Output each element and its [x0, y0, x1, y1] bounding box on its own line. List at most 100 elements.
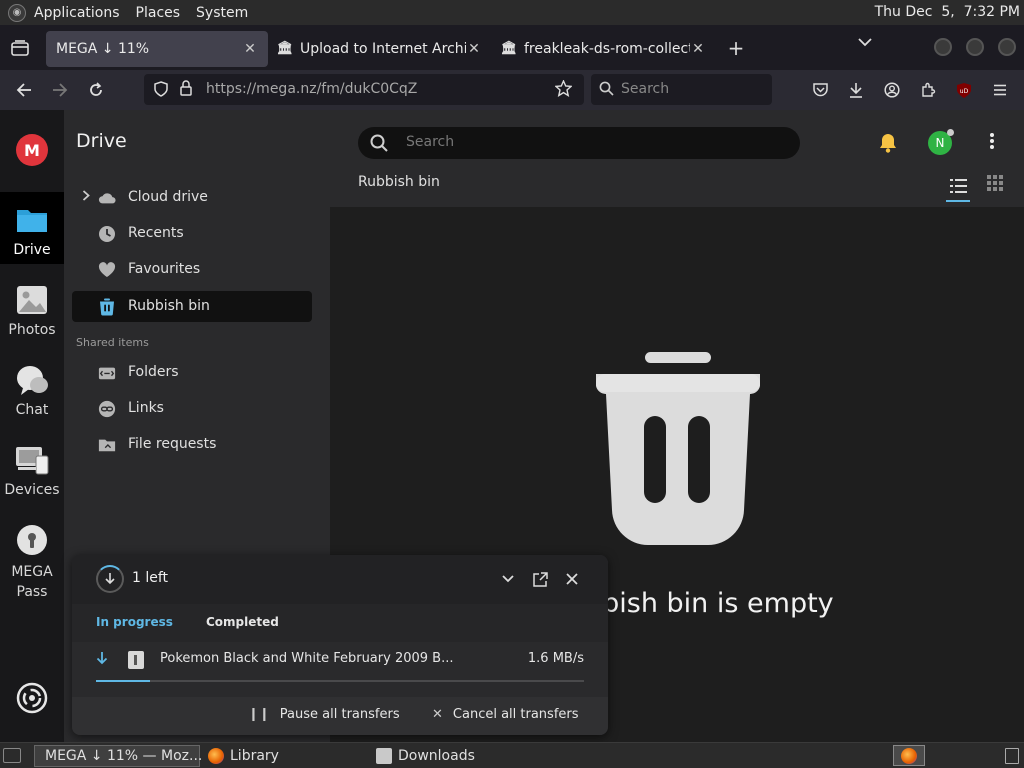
- close-tab-icon[interactable]: ✕: [242, 41, 258, 57]
- shared-items-heading: Shared items: [76, 336, 149, 349]
- transfer-tabs: In progress Completed: [72, 604, 608, 642]
- pause-all-button[interactable]: ❙❙ Pause all transfers: [248, 707, 400, 722]
- cancel-all-label: Cancel all transfers: [452, 707, 579, 722]
- close-icon[interactable]: [562, 569, 582, 589]
- folder-icon: [376, 748, 392, 764]
- distro-logo-icon[interactable]: ◉: [8, 3, 26, 22]
- notifications-bell-icon[interactable]: [877, 132, 899, 154]
- all-tabs-icon[interactable]: [0, 25, 40, 70]
- sidebar-item-recents[interactable]: Recents: [72, 218, 312, 250]
- cloud-icon: [98, 189, 116, 207]
- url-bar[interactable]: https://mega.nz/fm/dukC0CqZ: [144, 74, 584, 105]
- tab-upload-archive[interactable]: 🏛 Upload to Internet Archive ✕: [268, 31, 492, 67]
- bookmark-star-icon[interactable]: [554, 79, 573, 101]
- chevron-right-icon[interactable]: [82, 190, 90, 204]
- sidebar-item-favourites[interactable]: Favourites: [72, 254, 312, 286]
- trash-icon: [98, 298, 116, 316]
- reload-button[interactable]: [84, 78, 108, 102]
- sidebar-item-shared-folders[interactable]: Folders: [72, 357, 312, 389]
- sidebar-item-links[interactable]: Links: [72, 393, 312, 425]
- navigation-toolbar: https://mega.nz/fm/dukC0CqZ Search uD: [0, 70, 1024, 110]
- lock-icon[interactable]: [180, 80, 192, 100]
- show-desktop-icon[interactable]: [3, 748, 21, 763]
- collapse-chevron-icon[interactable]: [498, 569, 518, 589]
- tab-in-progress[interactable]: In progress: [96, 615, 173, 629]
- taskbar-item-downloads[interactable]: Downloads: [372, 745, 538, 767]
- tab-freakleak[interactable]: 🏛 freakleak-ds-rom-collection ✕: [492, 31, 716, 67]
- rail-drive[interactable]: Drive: [0, 192, 64, 264]
- close-window-button[interactable]: [998, 38, 1016, 56]
- rail-label: Photos: [8, 322, 56, 338]
- sidebar-item-file-requests[interactable]: File requests: [72, 429, 312, 461]
- transfer-row[interactable]: Pokemon Black and White February 2009 B.…: [72, 647, 608, 689]
- presence-dot: [947, 129, 954, 136]
- app-rail: M Drive Photos Chat Devices MEGA Pass: [0, 110, 64, 742]
- avatar-initial: N: [935, 136, 945, 150]
- top-panel: ◉ Applications Places System Thu Dec 5, …: [0, 0, 1024, 25]
- sidebar-item-rubbish-bin[interactable]: Rubbish bin: [72, 291, 312, 322]
- rail-devices[interactable]: Devices: [0, 432, 64, 504]
- rail-chat[interactable]: Chat: [0, 352, 64, 424]
- drive-search-input[interactable]: Search: [358, 127, 800, 159]
- maximize-button[interactable]: [966, 38, 984, 56]
- new-tab-button[interactable]: +: [716, 36, 756, 60]
- list-all-tabs-icon[interactable]: [858, 35, 872, 51]
- tab-strip: M MEGA ↓ 11% ✕ 🏛 Upload to Internet Arch…: [0, 25, 1024, 155]
- chat-icon: [17, 366, 48, 395]
- rail-label: Devices: [4, 482, 60, 498]
- pause-all-label: Pause all transfers: [279, 707, 400, 722]
- taskbar-item-library[interactable]: Library: [204, 745, 370, 767]
- account-icon[interactable]: [880, 78, 904, 102]
- system-menu[interactable]: System: [196, 5, 248, 21]
- transfer-manager: 1 left In progress Completed Pokemon Bla…: [72, 555, 608, 735]
- forward-button[interactable]: [48, 78, 72, 102]
- rail-mega-pass[interactable]: MEGA Pass: [0, 512, 64, 604]
- url-text[interactable]: https://mega.nz/fm/dukC0CqZ: [206, 81, 417, 97]
- rail-photos[interactable]: Photos: [0, 272, 64, 344]
- pocket-icon[interactable]: [808, 78, 832, 102]
- pass-icon: [17, 525, 47, 555]
- svg-text:uD: uD: [960, 88, 969, 95]
- search-placeholder: Search: [621, 81, 670, 97]
- breadcrumb[interactable]: Rubbish bin: [358, 174, 440, 190]
- trash-applet-icon[interactable]: [1005, 748, 1019, 764]
- web-search-bar[interactable]: Search: [591, 74, 772, 105]
- minimize-button[interactable]: [934, 38, 952, 56]
- transfer-footer: ❙❙ Pause all transfers ✕ Cancel all transf…: [72, 697, 608, 735]
- taskbar-item-firefox-mega[interactable]: MEGA ↓ 11% — Moz...: [34, 745, 202, 767]
- ublock-origin-icon[interactable]: uD: [952, 78, 976, 102]
- firefox-icon: [901, 747, 917, 764]
- close-tab-icon[interactable]: ✕: [690, 41, 706, 57]
- mega-logo-icon[interactable]: M: [16, 134, 48, 166]
- close-tab-icon[interactable]: ✕: [466, 41, 482, 57]
- clock[interactable]: Thu Dec 5, 7:32 PM: [875, 4, 1020, 20]
- download-progress-icon: [96, 565, 124, 593]
- open-transfer-page-icon[interactable]: [530, 569, 550, 589]
- main-header: Search N Rubbish bin: [330, 110, 1024, 207]
- rail-label: MEGA Pass: [11, 564, 53, 600]
- tab-completed[interactable]: Completed: [206, 615, 279, 629]
- sync-status-icon[interactable]: [16, 682, 48, 714]
- more-options-icon[interactable]: [986, 132, 998, 155]
- sidebar-item-cloud-drive[interactable]: Cloud drive: [72, 182, 312, 214]
- extensions-icon[interactable]: [916, 78, 940, 102]
- tab-title: Upload to Internet Archive: [300, 40, 466, 57]
- places-menu[interactable]: Places: [136, 5, 181, 21]
- rail-label: Drive: [13, 242, 51, 258]
- transfer-file-name: Pokemon Black and White February 2009 B.…: [160, 651, 454, 666]
- applications-menu[interactable]: Applications: [34, 5, 120, 21]
- tab-mega[interactable]: M MEGA ↓ 11% ✕: [46, 30, 268, 155]
- rail-label: Chat: [15, 402, 49, 418]
- list-view-icon[interactable]: [946, 174, 970, 202]
- search-placeholder: Search: [406, 134, 455, 150]
- hamburger-menu-icon[interactable]: [988, 78, 1012, 102]
- workspace-switcher[interactable]: [893, 745, 925, 766]
- avatar[interactable]: N: [928, 129, 954, 155]
- back-button[interactable]: [12, 78, 36, 102]
- search-icon: [599, 81, 614, 100]
- grid-view-icon[interactable]: [986, 174, 1004, 192]
- downloads-icon[interactable]: [844, 78, 868, 102]
- tracking-shield-icon[interactable]: [154, 81, 168, 101]
- cancel-all-button[interactable]: ✕ Cancel all transfers: [432, 707, 579, 722]
- desktop: ◉ Applications Places System Thu Dec 5, …: [0, 0, 1024, 768]
